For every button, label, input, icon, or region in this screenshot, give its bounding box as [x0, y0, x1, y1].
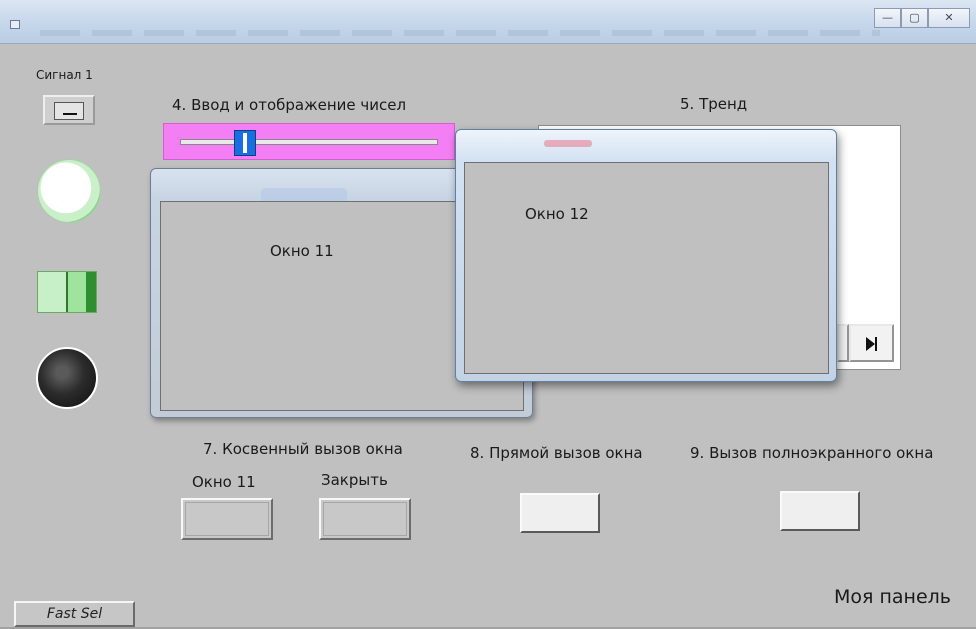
signal-button-face — [54, 102, 84, 120]
window-12[interactable]: Окно 12 — [455, 129, 837, 382]
direct-call-button[interactable] — [520, 493, 600, 533]
open-window11-button[interactable] — [181, 498, 273, 540]
signal-label: Сигнал 1 — [36, 68, 93, 82]
trend-scroll-left-button[interactable] — [837, 324, 849, 362]
slider-thumb[interactable] — [234, 130, 257, 156]
window-12-label: Окно 12 — [525, 205, 589, 223]
close-window-button[interactable] — [319, 498, 411, 540]
toggle-split — [66, 272, 68, 312]
play-end-icon — [866, 337, 875, 351]
minus-icon — [63, 113, 77, 115]
window-12-client: Окно 12 — [464, 162, 829, 374]
maximize-button[interactable]: ▢ — [901, 8, 928, 28]
number-slider[interactable] — [163, 123, 455, 160]
section8-title: 8. Прямой вызов окна — [470, 444, 643, 462]
section7-title: 7. Косвенный вызов окна — [203, 440, 403, 458]
window-11-label: Окно 11 — [270, 242, 334, 260]
section4-title: 4. Ввод и отображение чисел — [172, 96, 407, 114]
app-icon — [10, 20, 20, 29]
slider-track — [180, 139, 438, 145]
fullscreen-call-button[interactable] — [780, 491, 860, 531]
close-window-label: Закрыть — [321, 471, 388, 489]
trend-end-button[interactable] — [849, 324, 894, 362]
hmi-panel: — ▢ ✕ Сигнал 1 4. Ввод и отображение чис… — [0, 0, 976, 629]
signal-button[interactable] — [43, 95, 95, 125]
window-11-title-glow — [261, 188, 347, 202]
section5-title: 5. Тренд — [680, 95, 748, 113]
section9-title: 9. Вызов полноэкранного окна — [690, 444, 934, 462]
play-end-bar — [875, 337, 877, 351]
titlebar-blur — [40, 30, 880, 36]
window-controls: — ▢ ✕ — [874, 8, 970, 28]
window-12-title-blur — [544, 140, 592, 147]
panel-name: Моя панель — [834, 586, 952, 608]
toggle-shade — [86, 272, 96, 312]
minimize-button[interactable]: — — [874, 8, 901, 28]
indicator-lamp-off — [36, 347, 98, 409]
close-button[interactable]: ✕ — [928, 8, 970, 28]
fast-select-button[interactable]: Fast Sel — [14, 601, 135, 627]
window-titlebar[interactable]: — ▢ ✕ — [0, 0, 976, 44]
open-window11-label: Окно 11 — [192, 473, 256, 491]
indicator-lamp-on — [38, 160, 100, 222]
toggle-switch[interactable] — [37, 271, 97, 313]
